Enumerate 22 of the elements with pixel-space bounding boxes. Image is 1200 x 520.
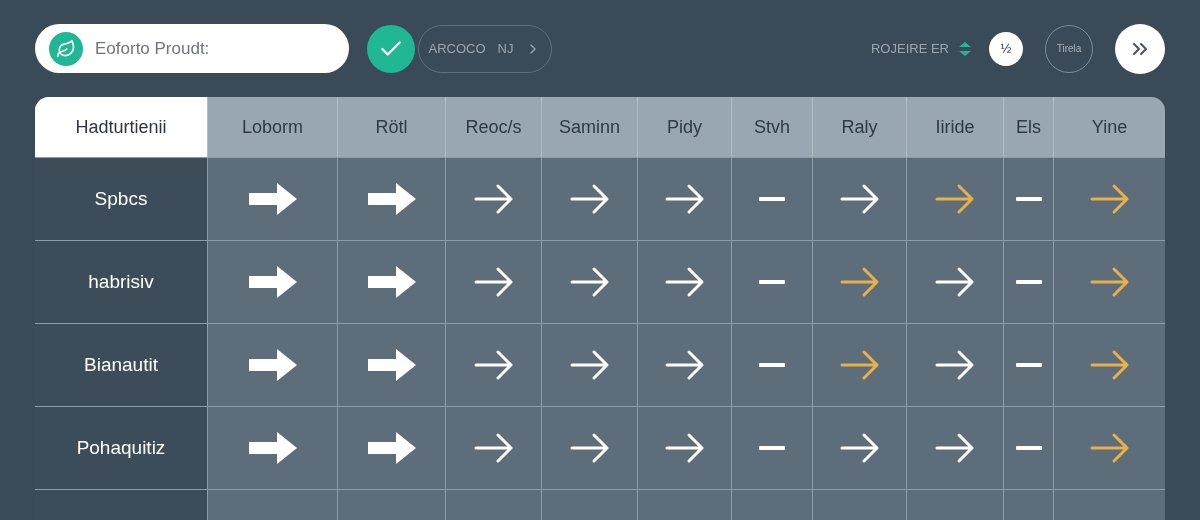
search-field[interactable]: Eoforto Proudt:	[35, 24, 349, 73]
page-badge[interactable]: ½	[989, 31, 1023, 66]
column-header: Pidy	[637, 97, 731, 157]
row-label: Pohaquitiz	[35, 407, 207, 489]
column-header: Els	[1003, 97, 1053, 157]
row-label: Bianautit	[35, 324, 207, 406]
status-label: ROJEIRE ER	[871, 39, 949, 58]
column-header: Yine	[1053, 97, 1165, 157]
column-header: Reoc/s	[445, 97, 541, 157]
column-header: Raly	[812, 97, 906, 157]
column-header: Loborm	[207, 97, 337, 157]
row-label: habrisiv	[35, 241, 207, 323]
column-header: Saminn	[541, 97, 637, 157]
column-header: Rötl	[337, 97, 445, 157]
row-label: Spbcs	[35, 158, 207, 240]
column-header: Hadturtienii	[35, 97, 207, 157]
column-header: Stvh	[731, 97, 812, 157]
next-button[interactable]	[1115, 23, 1165, 74]
column-header: Iiride	[906, 97, 1003, 157]
swap-icon	[957, 40, 973, 57]
leaf-icon	[49, 31, 83, 66]
confirm-button[interactable]	[367, 24, 415, 73]
